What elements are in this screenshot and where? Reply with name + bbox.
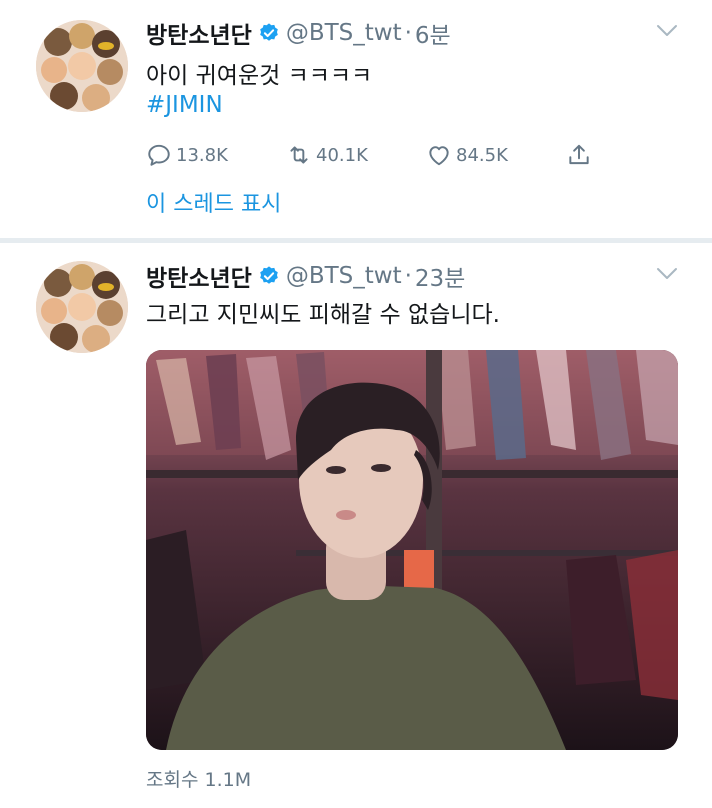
timestamp[interactable]: 23분 [415, 259, 465, 293]
hashtag-link[interactable]: #JIMIN [146, 92, 223, 118]
tweet-header: 방탄소년단 @BTS_twt · 6분 [146, 16, 451, 50]
display-name[interactable]: 방탄소년단 [146, 259, 252, 293]
share-icon [569, 144, 589, 165]
avatar[interactable] [36, 20, 128, 112]
verified-badge-icon [260, 23, 278, 41]
user-handle[interactable]: @BTS_twt [286, 20, 402, 46]
tweet-header: 방탄소년단 @BTS_twt · 23분 [146, 259, 465, 293]
retweet-icon [290, 146, 308, 164]
avatar-image [36, 261, 128, 353]
chevron-down-icon[interactable] [656, 24, 678, 38]
tweet-text: 아이 귀여운것 ㅋㅋㅋㅋ [146, 63, 373, 89]
show-thread-link[interactable]: 이 스레드 표시 [146, 186, 281, 218]
tweet-actions: 13.8K 40.1K 84.5K [146, 138, 606, 172]
like-icon [429, 146, 449, 166]
video-frame [146, 350, 678, 750]
retweet-button[interactable]: 40.1K [286, 138, 368, 172]
reply-count: 13.8K [176, 144, 228, 166]
separator-dot: · [404, 263, 412, 289]
view-count: 조회수 1.1M [146, 769, 252, 791]
separator-dot: · [404, 20, 412, 46]
verified-badge-icon [260, 266, 278, 284]
tweet[interactable]: 방탄소년단 @BTS_twt · 23분 그리고 지민씨도 피해갈 수 없습니다… [0, 243, 712, 808]
display-name[interactable]: 방탄소년단 [146, 16, 252, 50]
avatar-image [36, 20, 128, 112]
video-player[interactable] [146, 350, 678, 750]
avatar[interactable] [36, 261, 128, 353]
tweet-text: 그리고 지민씨도 피해갈 수 없습니다. [146, 302, 500, 328]
reply-button[interactable]: 13.8K [146, 138, 228, 172]
retweet-count: 40.1K [316, 144, 368, 166]
like-count: 84.5K [456, 144, 508, 166]
chevron-down-icon[interactable] [656, 267, 678, 281]
user-handle[interactable]: @BTS_twt [286, 263, 402, 289]
tweet[interactable]: 방탄소년단 @BTS_twt · 6분 아이 귀여운것 ㅋㅋㅋㅋ #JIMIN … [0, 0, 712, 240]
timestamp[interactable]: 6분 [415, 16, 451, 50]
like-button[interactable]: 84.5K [426, 138, 508, 172]
share-button[interactable] [566, 138, 596, 172]
reply-icon [148, 144, 170, 166]
